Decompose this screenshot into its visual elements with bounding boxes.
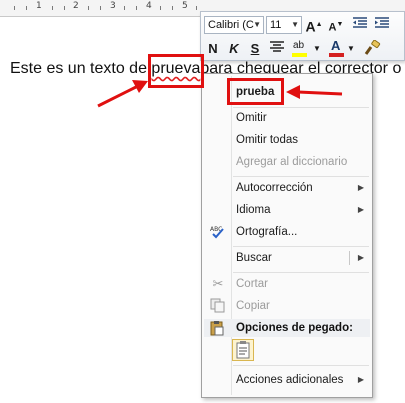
arrow-to-misspelled-word (97, 80, 148, 108)
arrow-to-suggestion (286, 85, 343, 99)
annotation-arrows (97, 80, 343, 108)
